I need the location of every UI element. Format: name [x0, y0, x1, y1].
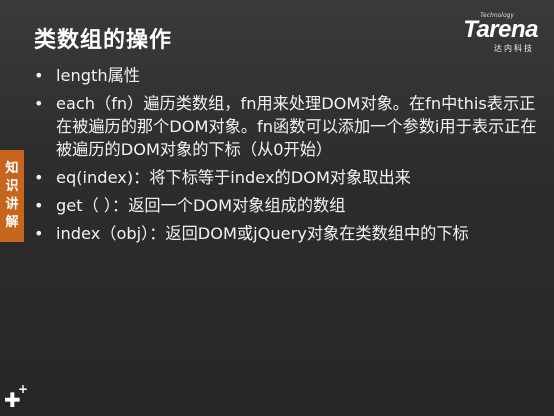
- bullet-item: length属性: [34, 64, 539, 87]
- tarena-logo: Technology Tarena 达内科技: [432, 10, 542, 53]
- slide-title: 类数组的操作: [34, 28, 173, 53]
- bullet-list: length属性 each（fn）遍历类数组，fn用来处理DOM对象。在fn中t…: [34, 64, 539, 250]
- logo-chinese-text: 达内科技: [494, 44, 534, 53]
- knowledge-tab-char: 讲: [5, 197, 19, 212]
- knowledge-tab-char: 解: [5, 215, 19, 230]
- logo-brand-text: Tarena: [463, 16, 538, 43]
- slide: 类数组的操作 Technology Tarena 达内科技 知 识 讲 解 le…: [0, 0, 554, 416]
- bullet-item: eq(index)：将下标等于index的DOM对象取出来: [34, 166, 539, 189]
- knowledge-tab: 知 识 讲 解: [0, 150, 24, 242]
- bullet-item: each（fn）遍历类数组，fn用来处理DOM对象。在fn中this表示正在被遍…: [34, 92, 539, 161]
- bullet-item: get（ ）：返回一个DOM对象组成的数组: [34, 194, 539, 217]
- knowledge-tab-char: 知: [5, 161, 19, 176]
- knowledge-tab-char: 识: [5, 179, 19, 194]
- plus-decoration-icon: ✚ +: [4, 382, 29, 412]
- bullet-item: index（obj）：返回DOM或jQuery对象在类数组中的下标: [34, 222, 539, 245]
